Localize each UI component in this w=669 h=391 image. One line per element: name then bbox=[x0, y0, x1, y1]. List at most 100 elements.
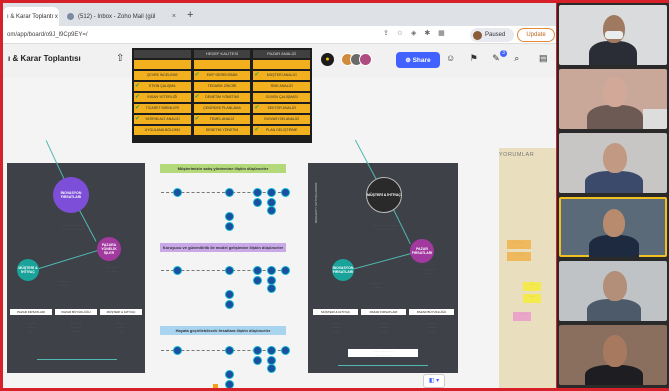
close-tab-icon[interactable]: × bbox=[172, 13, 176, 20]
diagram-circle-left: İNOVASYON FIRSATLARI bbox=[332, 259, 354, 281]
laptop bbox=[643, 109, 667, 129]
section-label-1[interactable]: Müşterimizin satış yöntemine ilişkin düş… bbox=[160, 164, 286, 173]
table-cell-text: ÇEKİRDEK PLANLAMA bbox=[203, 106, 241, 110]
tab-zoho-mail[interactable]: (512) - Inbox - Zoho Mail (gül × bbox=[63, 7, 181, 26]
diagram-node[interactable] bbox=[253, 188, 262, 197]
right-toolbar-icons[interactable]: ☺ ⚑ ✎ ⌕ bbox=[446, 53, 525, 64]
profile-button[interactable]: Paused bbox=[470, 28, 514, 42]
table-cell[interactable]: ✔ İNSAN YETERLİĞİ bbox=[134, 93, 191, 102]
sticky-note[interactable]: · · · · bbox=[523, 282, 541, 291]
diagram-node[interactable] bbox=[225, 266, 234, 275]
table-header bbox=[134, 50, 191, 58]
collaborator-avatars[interactable] bbox=[341, 53, 372, 66]
diagram-node[interactable] bbox=[225, 370, 234, 379]
miro-board-canvas[interactable]: HEDEF KALİTESİ PAZAR ANALİZİ ÇEVRE İNCEL… bbox=[3, 48, 556, 388]
diagram-node[interactable] bbox=[173, 188, 182, 197]
table-cell[interactable] bbox=[253, 60, 311, 69]
url-field[interactable]: om/app/board/o9J_l9Cp9EY=/ bbox=[7, 29, 387, 41]
diagram-node[interactable] bbox=[225, 290, 234, 299]
table-cell[interactable]: GÜVEN ÇALIŞMASI bbox=[253, 93, 311, 102]
sticky-note[interactable]: · · · · · bbox=[507, 240, 531, 249]
table-cell[interactable]: ÇEKİRDEK PLANLAMA bbox=[193, 104, 251, 113]
table-row: ✔ ETKİN ÇALIŞMA TEDARİK ZİNCİRİ RİSK ANALİZ… bbox=[134, 82, 311, 91]
diagram-node[interactable] bbox=[281, 266, 290, 275]
diagram-node[interactable] bbox=[267, 346, 276, 355]
diagram-node[interactable] bbox=[225, 380, 234, 388]
table-cell[interactable]: ✔ SEKTÖR ANALİZİ bbox=[253, 104, 311, 113]
diagram-node[interactable] bbox=[267, 364, 276, 373]
video-tile[interactable] bbox=[559, 197, 667, 257]
column-text: · · · · · · · · · · · · · · · · · bbox=[70, 321, 82, 333]
table-cell[interactable]: ✔ EKİP GEREKSİNİM bbox=[193, 71, 251, 80]
checkmark-icon: ✔ bbox=[135, 116, 141, 122]
participant-figure bbox=[585, 171, 643, 193]
tab-miro-board[interactable]: ı & Karar Toplantı x bbox=[3, 7, 59, 26]
table-cell[interactable]: TEDARİK ZİNCİRİ bbox=[193, 82, 251, 91]
table-cell[interactable]: ✔ YATIRIM ALT ANALİZİ bbox=[134, 115, 191, 124]
diagram-node[interactable] bbox=[253, 266, 262, 275]
video-tile[interactable] bbox=[559, 5, 667, 65]
diagram-node[interactable] bbox=[253, 356, 262, 365]
diagram-node[interactable] bbox=[267, 284, 276, 293]
share-button[interactable]: ⊕ Share bbox=[396, 52, 440, 68]
sticky-note[interactable]: · · · · bbox=[513, 312, 531, 321]
tab-label: (512) - Inbox - Zoho Mail (gül bbox=[78, 13, 156, 20]
table-cell[interactable]: ✔ ETKİN ÇALIŞMA bbox=[134, 82, 191, 91]
diagram-caption: · · · · · · · · · · · · · · · · · · · · ·… bbox=[373, 223, 397, 231]
table-cell[interactable] bbox=[134, 60, 191, 69]
diagram-node[interactable] bbox=[253, 276, 262, 285]
section-label-2[interactable]: Koruyucu ve güvenilirlik ile model geliş… bbox=[160, 243, 286, 252]
orange-matrix-table[interactable]: HEDEF KALİTESİ PAZAR ANALİZİ ÇEVRE İNCEL… bbox=[132, 48, 312, 143]
miro-logo-icon[interactable]: ● bbox=[321, 53, 334, 66]
table-cell[interactable]: UYGULAMA BÖLÜMÜ bbox=[134, 126, 191, 135]
table-cell[interactable]: RİSK ANALİZİ bbox=[253, 82, 311, 91]
table-cell[interactable]: ÇEVRE İNCELEME bbox=[134, 71, 191, 80]
diagram-node[interactable] bbox=[225, 212, 234, 221]
diagram-node[interactable] bbox=[267, 206, 276, 215]
table-cell[interactable]: ✔ TİCARET BİRİMLERİ bbox=[134, 104, 191, 113]
participant-figure bbox=[589, 41, 637, 65]
column-header: PAZAR BÜYÜKLÜĞÜ bbox=[409, 309, 454, 315]
diagram-node[interactable] bbox=[225, 346, 234, 355]
sticky-note[interactable]: · · · · · bbox=[507, 252, 531, 261]
new-tab-icon[interactable]: + bbox=[187, 9, 193, 21]
table-row: UYGULAMA BÖLÜMÜ DENETİM YÖNETİM ✔ PLAN GELİ… bbox=[134, 126, 311, 135]
video-tile[interactable] bbox=[559, 69, 667, 129]
table-cell-text: İNOVASYON ANALİZİ bbox=[264, 117, 299, 121]
comments-panel[interactable]: YORUMLAR · · · · · · · · · · · · · · · ·… bbox=[499, 148, 556, 388]
diagram-node[interactable] bbox=[225, 300, 234, 309]
diagram-node[interactable] bbox=[267, 266, 276, 275]
export-icon[interactable]: ⇧ bbox=[116, 53, 124, 64]
diagram-node[interactable] bbox=[225, 188, 234, 197]
diagram-node[interactable] bbox=[173, 346, 182, 355]
table-cell[interactable]: ✔ MÜŞTERİ ANALİZİ bbox=[253, 71, 311, 80]
video-tile[interactable] bbox=[559, 325, 667, 385]
comments-title: YORUMLAR bbox=[499, 152, 535, 158]
table-cell[interactable]: DENETİM YÖNETİM bbox=[193, 126, 251, 135]
diagram-node[interactable] bbox=[267, 188, 276, 197]
update-button[interactable]: Update bbox=[517, 28, 555, 42]
table-cell[interactable]: İNOVASYON ANALİZİ bbox=[253, 115, 311, 124]
right-diagram-panel[interactable]: BEKLENTİ / İHTİYAÇLARIMIZ MÜŞTERİ & İHTİ… bbox=[308, 139, 458, 373]
share-label: Share bbox=[412, 56, 431, 64]
section-label-3[interactable]: Hayata geçirilebilecek fırsatlara ilişki… bbox=[160, 326, 286, 335]
diagram-node[interactable] bbox=[281, 188, 290, 197]
left-diagram-panel[interactable]: İNOVASYON FIRSATLARI PAZARA YÖNELİK İŞLE… bbox=[7, 140, 145, 373]
video-tile[interactable] bbox=[559, 133, 667, 193]
table-cell[interactable]: ✔ DENETİM YÖNETİMİ bbox=[193, 93, 251, 102]
diagram-node[interactable] bbox=[225, 222, 234, 231]
sticky-note[interactable]: · · · · bbox=[523, 294, 541, 303]
video-tile[interactable] bbox=[559, 261, 667, 321]
orange-marker[interactable] bbox=[213, 384, 218, 388]
table-cell[interactable] bbox=[193, 60, 251, 69]
diagram-node[interactable] bbox=[281, 346, 290, 355]
table-cell[interactable]: ✔ TEMEL ANALİZ bbox=[193, 115, 251, 124]
diagram-node[interactable] bbox=[173, 266, 182, 275]
board-navigation-button[interactable]: ◧ ▾ bbox=[423, 374, 445, 388]
diagram-node[interactable] bbox=[253, 198, 262, 207]
board-title[interactable]: ı & Karar Toplantısı bbox=[8, 54, 81, 63]
board-menu-icon[interactable]: ▤ bbox=[539, 53, 548, 64]
browser-action-icons[interactable]: ⇪ ☆ ◈ ✱ ▦ bbox=[383, 29, 448, 37]
table-cell[interactable]: ✔ PLAN GELİŞTİRME bbox=[253, 126, 311, 135]
diagram-node[interactable] bbox=[253, 346, 262, 355]
